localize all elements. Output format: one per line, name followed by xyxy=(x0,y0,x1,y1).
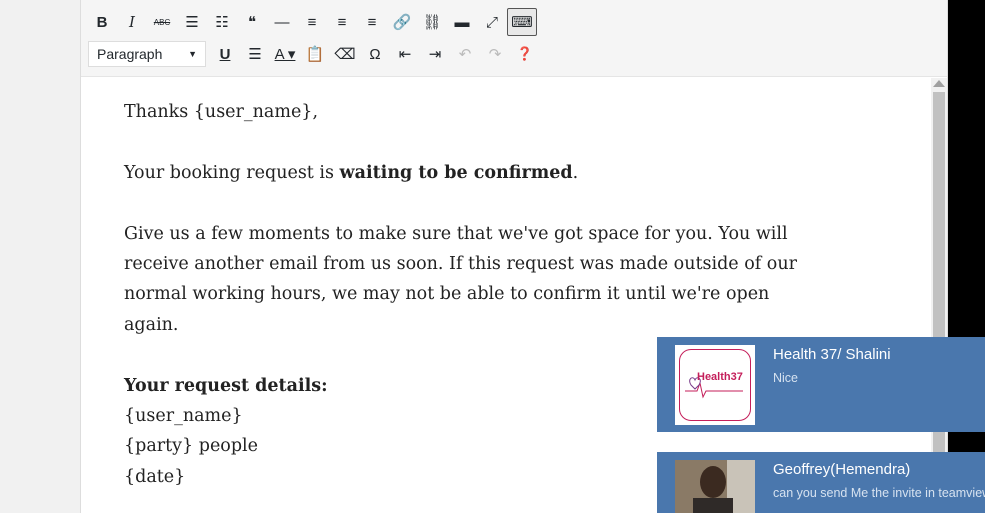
person-avatar-icon xyxy=(675,460,755,513)
undo-icon: ↶ xyxy=(458,46,472,63)
notification-message: Nice xyxy=(773,371,799,385)
read-more-button[interactable]: ▬ xyxy=(447,8,477,36)
scroll-up-icon[interactable] xyxy=(933,80,945,87)
help-icon: ❓ xyxy=(516,46,534,61)
paragraph-format-label: Paragraph xyxy=(97,46,163,62)
decrease-indent-icon: ⇤ xyxy=(398,46,412,63)
underline-button[interactable]: U xyxy=(210,40,240,68)
remove-link-icon: ⛓ xyxy=(422,14,442,31)
status-prefix: Your booking request is xyxy=(124,162,340,183)
status-line: Your booking request is waiting to be co… xyxy=(124,158,804,188)
underline-icon: U xyxy=(219,45,231,63)
insert-link-icon: 🔗 xyxy=(392,14,412,31)
redo-icon: ↷ xyxy=(488,46,502,63)
insert-link-button[interactable]: 🔗 xyxy=(387,8,417,36)
text-color-button[interactable]: A ▾ xyxy=(270,40,300,68)
screen-edge xyxy=(945,0,985,513)
align-center-icon: ≡ xyxy=(337,13,347,31)
paste-as-text-icon: 📋 xyxy=(305,46,325,63)
blockquote-button[interactable]: ❝ xyxy=(237,8,267,36)
strikethrough-button[interactable]: ABC xyxy=(147,8,177,36)
align-center-button[interactable]: ≡ xyxy=(327,8,357,36)
notification-geoffrey[interactable]: Geoffrey(Hemendra) can you send Me the i… xyxy=(657,452,985,513)
remove-link-button[interactable]: ⛓ xyxy=(417,8,447,36)
clear-formatting-icon: ⌫ xyxy=(334,46,356,63)
chevron-down-icon: ▼ xyxy=(188,49,197,59)
fullscreen-button[interactable]: ⤢ xyxy=(477,8,507,36)
notification-title: Geoffrey(Hemendra) xyxy=(773,461,911,478)
info-paragraph: Give us a few moments to make sure that … xyxy=(124,223,797,335)
align-left-icon: ≡ xyxy=(307,13,317,31)
status-bold: waiting to be confirmed xyxy=(339,162,573,183)
strikethrough-icon: ABC xyxy=(153,17,171,27)
toolbar-row-2-buttons: U ☰ A ▾ 📋 ⌫ Ω ⇤ ⇥ ↶ ↷ ❓ xyxy=(210,40,540,68)
undo-button[interactable]: ↶ xyxy=(450,40,480,68)
italic-icon: I xyxy=(129,13,135,31)
numbered-list-button[interactable]: ☷ xyxy=(207,8,237,36)
details-heading-text: Your request details: xyxy=(124,375,328,396)
fullscreen-icon: ⤢ xyxy=(485,13,498,31)
notification-logo: Health37 xyxy=(675,345,755,425)
notification-health37[interactable]: Health37 Health 37/ Shalini Nice xyxy=(657,337,985,432)
blockquote-icon: ❝ xyxy=(247,14,257,31)
notification-message: can you send Me the invite in teamviewer xyxy=(773,486,985,500)
horizontal-line-icon: — xyxy=(274,13,290,31)
toolbar-row-1: B I ABC ☰ ☷ ❝ — ≡ ≡ ≡ 🔗 ⛓ ▬ ⤢ ⌨ xyxy=(87,8,537,36)
special-character-button[interactable]: Ω xyxy=(360,40,390,68)
toolbar-row-2: Paragraph ▼ U ☰ A ▾ 📋 ⌫ Ω ⇤ ⇥ ↶ ↷ ❓ xyxy=(87,40,540,68)
align-left-button[interactable]: ≡ xyxy=(297,8,327,36)
read-more-icon: ▬ xyxy=(454,13,470,31)
toolbar-toggle-button[interactable]: ⌨ xyxy=(507,8,537,36)
horizontal-line-button[interactable]: — xyxy=(267,8,297,36)
paste-as-text-button[interactable]: 📋 xyxy=(300,40,330,68)
health37-logo-text: Health37 xyxy=(697,371,743,383)
bold-icon: B xyxy=(96,13,108,31)
justify-button[interactable]: ☰ xyxy=(240,40,270,68)
redo-button[interactable]: ↷ xyxy=(480,40,510,68)
increase-indent-button[interactable]: ⇥ xyxy=(420,40,450,68)
align-right-icon: ≡ xyxy=(367,13,377,31)
justify-icon: ☰ xyxy=(248,46,262,63)
notification-title: Health 37/ Shalini xyxy=(773,346,891,363)
greeting-line: Thanks {user_name}, xyxy=(124,102,319,122)
align-right-button[interactable]: ≡ xyxy=(357,8,387,36)
status-suffix: . xyxy=(572,162,579,183)
editor-toolbar: B I ABC ☰ ☷ ❝ — ≡ ≡ ≡ 🔗 ⛓ ▬ ⤢ ⌨ Paragraph ▼ U ☰ A ▾ 📋 ⌫ Ω ⇤ ⇥… xyxy=(81,0,947,77)
email-editor: B I ABC ☰ ☷ ❝ — ≡ ≡ ≡ 🔗 ⛓ ▬ ⤢ ⌨ Paragraph ▼ U ☰ A ▾ 📋 ⌫ Ω ⇤ ⇥… xyxy=(80,0,948,513)
bulleted-list-icon: ☰ xyxy=(185,14,199,31)
numbered-list-icon: ☷ xyxy=(215,14,229,31)
bulleted-list-button[interactable]: ☰ xyxy=(177,8,207,36)
paragraph-format-select[interactable]: Paragraph ▼ xyxy=(88,41,206,67)
decrease-indent-button[interactable]: ⇤ xyxy=(390,40,420,68)
special-character-icon: Ω xyxy=(369,45,381,63)
italic-button[interactable]: I xyxy=(117,8,147,36)
toolbar-toggle-icon: ⌨ xyxy=(511,14,533,31)
email-body[interactable]: Thanks {user_name}, Your booking request… xyxy=(124,97,804,492)
help-button[interactable]: ❓ xyxy=(510,40,540,68)
clear-formatting-button[interactable]: ⌫ xyxy=(330,40,360,68)
text-color-icon: A ▾ xyxy=(274,46,296,63)
increase-indent-icon: ⇥ xyxy=(428,46,442,63)
avatar xyxy=(675,460,755,513)
scrollbar-thumb[interactable] xyxy=(933,92,945,513)
bold-button[interactable]: B xyxy=(87,8,117,36)
